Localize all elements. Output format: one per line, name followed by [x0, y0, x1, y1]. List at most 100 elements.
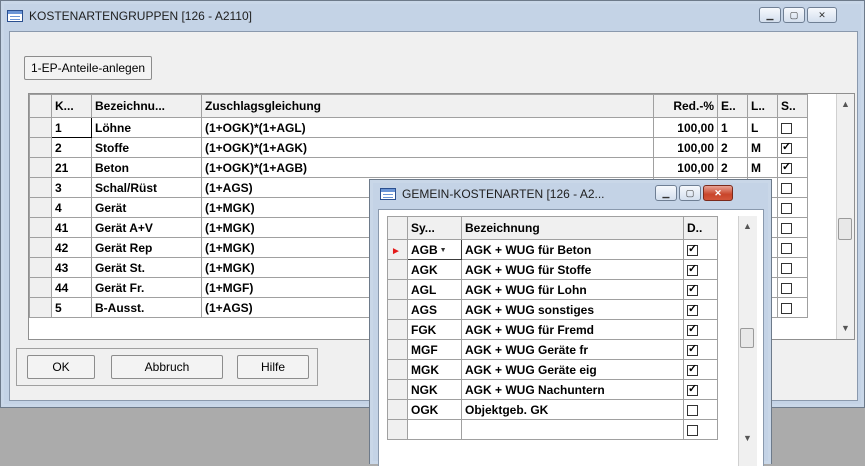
cell-d[interactable] [683, 259, 718, 280]
minimize-icon[interactable]: ▁ [655, 185, 677, 201]
cell-d[interactable] [683, 279, 718, 300]
row-selector[interactable] [387, 279, 408, 300]
row-selector[interactable] [387, 319, 408, 340]
cell-k[interactable]: 4 [51, 197, 92, 218]
checkbox[interactable] [687, 424, 698, 436]
cell-symbol[interactable]: OGK [407, 399, 462, 420]
row-selector[interactable] [29, 277, 52, 298]
scroll-up-icon[interactable]: ▲ [837, 96, 854, 113]
ep-anteile-anlegen-button[interactable]: 1-EP-Anteile-anlegen [24, 56, 153, 80]
checkbox[interactable] [781, 222, 792, 234]
cell-d[interactable] [683, 419, 718, 440]
cell-bezeichnung[interactable]: Gerät A+V [91, 217, 202, 238]
column-header[interactable]: L.. [747, 94, 778, 118]
checkbox[interactable] [687, 243, 698, 256]
cell-e[interactable]: 2 [717, 157, 748, 178]
close-icon[interactable]: ✕ [807, 7, 837, 23]
list-item[interactable]: FGK AGK + WUG für Fremd [387, 319, 718, 340]
checkbox[interactable] [781, 122, 792, 134]
cell-s[interactable] [777, 257, 808, 278]
row-selector[interactable] [387, 299, 408, 320]
scroll-thumb[interactable] [838, 218, 852, 240]
checkbox[interactable] [687, 303, 698, 316]
cell-bezeichnung[interactable]: AGK + WUG für Lohn [461, 279, 684, 300]
cell-d[interactable] [683, 359, 718, 380]
cell-k[interactable]: 43 [51, 257, 92, 278]
column-header[interactable]: Bezeichnu... [91, 94, 202, 118]
checkbox[interactable] [687, 363, 698, 376]
cell-symbol[interactable]: AGL [407, 279, 462, 300]
minimize-icon[interactable]: ▁ [759, 7, 781, 23]
checkbox[interactable] [781, 282, 792, 294]
checkbox[interactable] [687, 263, 698, 276]
cell-zuschlagsgleichung[interactable]: (1+OGK)*(1+AGK) [201, 137, 654, 158]
row-selector[interactable] [29, 237, 52, 258]
cell-k[interactable]: 21 [51, 157, 92, 178]
column-header[interactable]: Sy... [407, 216, 462, 240]
checkbox[interactable] [781, 141, 792, 154]
cell-s[interactable] [777, 297, 808, 318]
cell-bezeichnung[interactable]: Beton [91, 157, 202, 178]
row-selector[interactable] [29, 217, 52, 238]
row-selector[interactable] [29, 257, 52, 278]
row-selector[interactable]: ► [387, 239, 408, 260]
table-row[interactable]: 2 Stoffe (1+OGK)*(1+AGK) 100,00 2 M [29, 137, 808, 158]
cell-zuschlagsgleichung[interactable]: (1+OGK)*(1+AGL) [201, 117, 654, 138]
popup-titlebar[interactable]: GEMEIN-KOSTENARTEN [126 - A2... [380, 183, 605, 205]
cell-zuschlagsgleichung[interactable]: (1+OGK)*(1+AGB) [201, 157, 654, 178]
row-selector[interactable] [387, 339, 408, 360]
row-selector[interactable] [387, 399, 408, 420]
scroll-down-icon[interactable]: ▼ [739, 430, 756, 447]
cell-s[interactable] [777, 237, 808, 258]
column-header[interactable]: E.. [717, 94, 748, 118]
checkbox[interactable] [687, 404, 698, 416]
dropdown-icon[interactable]: ▼ [440, 247, 447, 254]
cell-bezeichnung[interactable]: Schal/Rüst [91, 177, 202, 198]
cell-symbol[interactable] [407, 419, 462, 440]
cell-k[interactable]: 5 [51, 297, 92, 318]
scroll-down-icon[interactable]: ▼ [837, 320, 854, 337]
cell-bezeichnung[interactable]: AGK + WUG Nachuntern [461, 379, 684, 400]
table-row[interactable]: 1 Löhne (1+OGK)*(1+AGL) 100,00 1 L [29, 117, 808, 138]
main-titlebar[interactable]: KOSTENARTENGRUPPEN [126 - A2110] [7, 5, 252, 27]
help-button[interactable]: Hilfe [237, 355, 309, 379]
cell-e[interactable]: 2 [717, 137, 748, 158]
checkbox[interactable] [687, 343, 698, 356]
cell-symbol[interactable]: AGS [407, 299, 462, 320]
cell-bezeichnung[interactable]: AGK + WUG für Stoffe [461, 259, 684, 280]
cell-bezeichnung[interactable]: AGK + WUG Geräte eig [461, 359, 684, 380]
maximize-icon[interactable]: ▢ [783, 7, 805, 23]
cell-s[interactable] [777, 277, 808, 298]
cell-e[interactable]: 1 [717, 117, 748, 138]
cell-bezeichnung[interactable]: Stoffe [91, 137, 202, 158]
row-selector[interactable] [29, 197, 52, 218]
column-header[interactable]: S.. [777, 94, 808, 118]
cell-k[interactable]: 1 [51, 117, 92, 138]
cell-bezeichnung[interactable]: Löhne [91, 117, 202, 138]
cell-bezeichnung[interactable]: AGK + WUG Geräte fr [461, 339, 684, 360]
maximize-icon[interactable]: ▢ [679, 185, 701, 201]
column-header[interactable]: K... [51, 94, 92, 118]
scroll-up-icon[interactable]: ▲ [739, 218, 756, 235]
cell-l[interactable]: M [747, 157, 778, 178]
cell-s[interactable] [777, 217, 808, 238]
cell-red[interactable]: 100,00 [653, 117, 718, 138]
row-selector[interactable] [29, 297, 52, 318]
row-selector[interactable] [29, 117, 52, 138]
scroll-thumb[interactable] [740, 328, 754, 348]
checkbox[interactable] [781, 182, 792, 194]
cell-s[interactable] [777, 177, 808, 198]
checkbox[interactable] [687, 283, 698, 296]
cell-d[interactable] [683, 299, 718, 320]
list-item[interactable]: AGK AGK + WUG für Stoffe [387, 259, 718, 280]
cell-symbol[interactable]: FGK [407, 319, 462, 340]
checkbox[interactable] [781, 161, 792, 174]
cell-bezeichnung[interactable]: AGK + WUG für Beton [461, 239, 684, 260]
cell-symbol[interactable]: MGK [407, 359, 462, 380]
cell-bezeichnung[interactable]: Objektgeb. GK [461, 399, 684, 420]
row-selector[interactable] [387, 379, 408, 400]
cell-l[interactable]: L [747, 117, 778, 138]
cell-bezeichnung[interactable]: Gerät Fr. [91, 277, 202, 298]
list-item[interactable]: AGS AGK + WUG sonstiges [387, 299, 718, 320]
list-item[interactable]: ► AGB ▼ AGK + WUG für Beton [387, 239, 718, 260]
